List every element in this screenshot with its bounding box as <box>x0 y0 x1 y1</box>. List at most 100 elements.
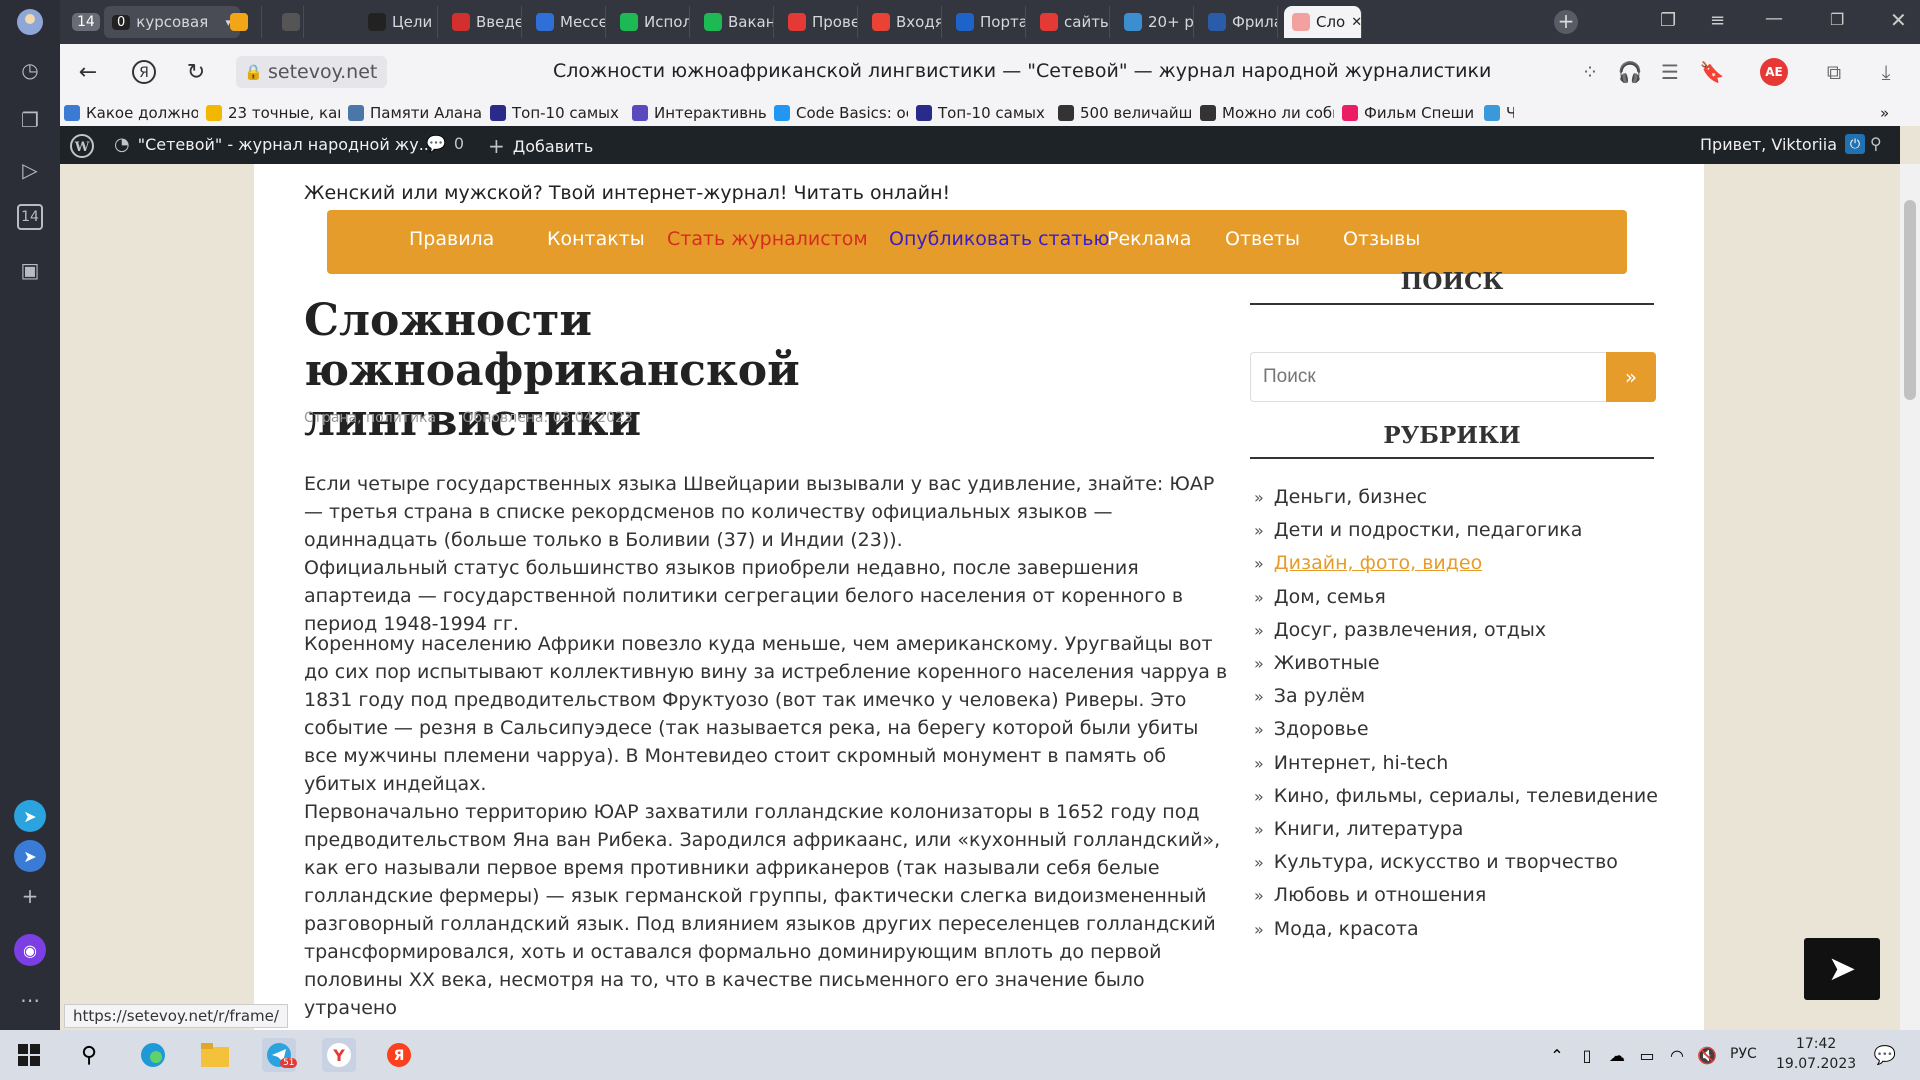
bookmark-item[interactable]: Топ-10 самых изв <box>490 102 624 124</box>
browser-tab[interactable]: Ваканс <box>696 6 774 38</box>
article-category-link[interactable]: Страна, политика <box>304 410 436 426</box>
language-indicator[interactable]: РУС <box>1730 1046 1757 1062</box>
bookmark-item[interactable]: Памяти Алана Ри <box>348 102 482 124</box>
collections-icon[interactable]: ❐ <box>14 104 46 136</box>
minimize-icon[interactable]: — <box>1765 8 1783 29</box>
extensions-icon[interactable]: ⁘ <box>1576 58 1604 86</box>
clock[interactable]: 17:42 19.07.2023 <box>1776 1034 1856 1074</box>
add-panel-icon[interactable]: + <box>14 880 46 912</box>
browser-tab[interactable]: сайты <box>1032 6 1110 38</box>
bookmark-item[interactable]: Можно ли собира <box>1200 102 1334 124</box>
search-icon[interactable]: ⚲ <box>1870 134 1882 153</box>
bookmark-item[interactable]: Интерактивный у <box>632 102 766 124</box>
volume-icon[interactable]: 🔇 <box>1690 1038 1724 1072</box>
browser-tab[interactable]: Фрила <box>1200 6 1278 38</box>
category-link[interactable]: » Дизайн, фото, видео <box>1254 552 1482 574</box>
edge-icon[interactable] <box>136 1038 170 1072</box>
screenshot-icon[interactable]: ▣ <box>14 254 46 286</box>
browser-tab[interactable]: Сло ✕ <box>1284 6 1362 38</box>
browser-tab[interactable]: Порта <box>948 6 1026 38</box>
restore-icon[interactable]: ❐ <box>1830 10 1844 29</box>
category-link[interactable]: » Интернет, hi-tech <box>1254 752 1448 774</box>
bookmarks-overflow-icon[interactable]: » <box>1880 102 1889 124</box>
cloud-icon[interactable]: ☁ <box>1600 1038 1634 1072</box>
url-field[interactable]: 🔒 setevoy.net <box>236 56 388 88</box>
category-link[interactable]: » Книги, литература <box>1254 818 1463 840</box>
search-icon[interactable]: ⚲ <box>72 1038 106 1072</box>
search-input[interactable] <box>1250 352 1606 402</box>
notifications-icon[interactable]: 💬 <box>1868 1038 1902 1072</box>
category-link[interactable]: » Здоровье <box>1254 718 1369 740</box>
download-icon[interactable]: ⤓ <box>1872 58 1900 86</box>
video-icon[interactable]: ▷ <box>14 154 46 186</box>
bookmark-item[interactable]: Топ-10 самых изв <box>916 102 1050 124</box>
browser-tab[interactable]: Введе <box>444 6 522 38</box>
close-window-icon[interactable]: ✕ <box>1890 8 1907 32</box>
reader-icon[interactable]: ☰ <box>1656 58 1684 86</box>
category-link[interactable]: » Любовь и отношения <box>1254 884 1486 906</box>
alice-icon[interactable]: ◉ <box>14 934 46 966</box>
scrollbar[interactable] <box>1900 164 1920 1030</box>
close-tab-icon[interactable]: ✕ <box>1351 15 1361 30</box>
category-link[interactable]: » Культура, искусство и творчество <box>1254 851 1618 873</box>
back-icon[interactable]: ← <box>72 56 104 88</box>
menu-item[interactable]: Стать журналистом <box>667 228 868 250</box>
browser-tab[interactable]: Цели <box>360 6 438 38</box>
bookmark-item[interactable]: 500 величайших п <box>1058 102 1192 124</box>
category-link[interactable]: » Досуг, развлечения, отдых <box>1254 619 1546 641</box>
menu-item[interactable]: Отзывы <box>1343 228 1420 250</box>
browser-tab[interactable]: Испол <box>612 6 690 38</box>
file-explorer-icon[interactable] <box>198 1038 232 1072</box>
reload-icon[interactable]: ↻ <box>180 56 212 88</box>
device-icon[interactable]: ▯ <box>1570 1038 1604 1072</box>
browser-tab[interactable]: Прове <box>780 6 858 38</box>
wp-account[interactable]: Привет, Viktoriia ⏻ <box>1700 134 1865 154</box>
translate-icon[interactable]: ⧉ <box>1820 58 1848 86</box>
bookmark-item[interactable]: 23 точные, как ак <box>206 102 340 124</box>
wordpress-icon[interactable]: W <box>70 134 94 158</box>
tab-list-icon[interactable]: ❐ <box>1660 10 1676 31</box>
history-icon[interactable]: ◷ <box>14 54 46 86</box>
scroll-to-top-button[interactable]: ➤ <box>1804 938 1880 1000</box>
yandex-icon[interactable]: Я <box>382 1038 416 1072</box>
browser-tab[interactable]: Мессе <box>528 6 606 38</box>
windows-start-icon[interactable] <box>12 1038 46 1072</box>
browser-tab[interactable] <box>222 6 262 38</box>
menu-item[interactable]: Реклама <box>1107 228 1191 250</box>
tab-counter[interactable]: 14 <box>64 6 104 38</box>
bookmark-icon[interactable]: 🔖 <box>1698 58 1726 86</box>
wp-site-link[interactable]: ◔ "Сетевой" - журнал народной жу... <box>114 134 434 155</box>
telegram-icon[interactable]: ➤ <box>14 800 46 832</box>
calendar-icon[interactable]: 14 <box>17 204 43 230</box>
menu-icon[interactable]: ≡ <box>1710 10 1725 31</box>
wp-add-new[interactable]: + Добавить <box>488 134 593 158</box>
category-link[interactable]: » За рулём <box>1254 685 1365 707</box>
headphones-icon[interactable]: 🎧 <box>1616 58 1644 86</box>
bookmark-item[interactable]: Какое должно бы <box>64 102 198 124</box>
menu-item[interactable]: Правила <box>409 228 494 250</box>
menu-item[interactable]: Опубликовать статью <box>889 228 1110 250</box>
category-link[interactable]: » Мода, красота <box>1254 918 1419 940</box>
category-link[interactable]: » Дом, семья <box>1254 586 1386 608</box>
search-button[interactable]: » <box>1606 352 1656 402</box>
battery-icon[interactable]: ▭ <box>1630 1038 1664 1072</box>
category-link[interactable]: » Кино, фильмы, сериалы, телевидение <box>1254 785 1658 807</box>
category-link[interactable]: » Дети и подростки, педагогика <box>1254 519 1582 541</box>
browser-tab[interactable]: Входя <box>864 6 942 38</box>
yandex-icon[interactable]: Я <box>128 56 160 88</box>
menu-item[interactable]: Ответы <box>1225 228 1300 250</box>
browser-tab[interactable] <box>274 6 304 38</box>
wp-comments[interactable]: 💬 0 <box>426 134 464 153</box>
bookmark-item[interactable]: Ч <box>1484 102 1514 124</box>
menu-item[interactable]: Контакты <box>547 228 645 250</box>
adblock-icon[interactable]: AE <box>1760 58 1788 86</box>
messenger-icon[interactable]: ➤ <box>14 840 46 872</box>
category-link[interactable]: » Деньги, бизнес <box>1254 486 1427 508</box>
category-link[interactable]: » Животные <box>1254 652 1380 674</box>
browser-tab[interactable]: 20+ р <box>1116 6 1194 38</box>
chevron-up-icon[interactable]: ⌃ <box>1540 1038 1574 1072</box>
bookmark-item[interactable]: Фильм Спеши лю <box>1342 102 1476 124</box>
bookmark-item[interactable]: Code Basics: осно <box>774 102 908 124</box>
yandex-browser-icon[interactable]: Y <box>322 1038 356 1072</box>
scrollbar-thumb[interactable] <box>1904 200 1916 400</box>
